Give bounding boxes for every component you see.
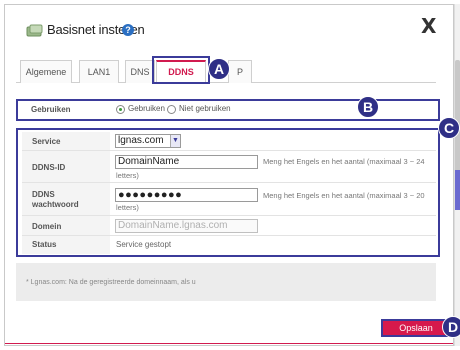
ddns-password-hint-cont: letters) xyxy=(116,203,139,212)
annotation-badge-b: B xyxy=(357,96,379,118)
status-label: Status xyxy=(32,240,57,249)
bottom-accent-line xyxy=(5,343,453,344)
row-divider xyxy=(22,182,436,183)
tab-lan1[interactable]: LAN1 xyxy=(79,60,119,83)
status-value: Service gestopt xyxy=(116,240,172,249)
annotation-box-a xyxy=(152,56,210,84)
radio-use-off-label[interactable]: Niet gebruiken xyxy=(179,104,231,113)
tab-more[interactable]: P xyxy=(228,60,252,83)
ddns-password-label: DDNS xyxy=(32,190,55,199)
network-drive-icon xyxy=(26,24,43,37)
row-divider xyxy=(22,215,436,216)
chevron-down-icon[interactable]: ▼ xyxy=(170,135,180,147)
help-icon[interactable]: ? xyxy=(122,24,134,36)
ddns-password-hint: Meng het Engels en het aantal (maximaal … xyxy=(263,191,425,200)
domain-label: Domein xyxy=(32,222,62,231)
row-divider xyxy=(22,150,436,151)
annotation-badge-d: D xyxy=(442,316,460,338)
ddns-password-input[interactable]: ●●●●●●●●● xyxy=(115,188,258,202)
close-icon[interactable]: X xyxy=(421,14,436,38)
domain-field: DomainName.lgnas.com xyxy=(115,219,258,233)
annotation-badge-a: A xyxy=(208,58,230,80)
radio-use-on[interactable] xyxy=(116,105,125,114)
annotation-badge-c: C xyxy=(438,117,460,139)
service-label: Service xyxy=(32,137,61,146)
ddns-id-hint: Meng het Engels en het aantal (maximaal … xyxy=(263,157,425,166)
radio-use-on-label[interactable]: Gebruiken xyxy=(128,104,165,113)
ddns-id-hint-cont: letters) xyxy=(116,171,139,180)
ddns-id-input[interactable]: DomainName xyxy=(115,155,258,169)
tab-algemene[interactable]: Algemene xyxy=(20,60,72,83)
tab-dns[interactable]: DNS xyxy=(125,60,155,83)
radio-use-off[interactable] xyxy=(167,105,176,114)
ddns-password-label-cont: wachtwoord xyxy=(32,200,79,209)
row-divider xyxy=(22,235,436,236)
scrollbar-annotation-mark xyxy=(455,170,460,210)
ddns-id-label: DDNS-ID xyxy=(32,163,66,172)
save-button[interactable]: Opslaan xyxy=(381,319,451,337)
notice-text: * Lgnas.com: Na de geregistreerde domein… xyxy=(26,279,196,286)
use-label: Gebruiken xyxy=(31,105,71,114)
